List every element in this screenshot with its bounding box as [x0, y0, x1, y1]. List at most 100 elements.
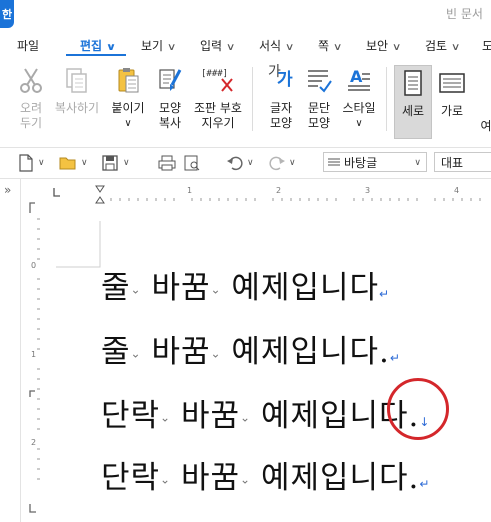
chevron-down-icon[interactable]: ∨ [81, 158, 88, 168]
menu-insert[interactable]: 입력 ∨ [200, 37, 236, 54]
format-copy-button[interactable]: 모양 복사 [152, 65, 188, 131]
style-button[interactable]: A 스타일 ∨ [340, 65, 378, 131]
char-shape-label-1: 글자 [269, 101, 293, 115]
erase-control-codes-button[interactable]: [###] 조판 부호 지우기 [192, 65, 244, 131]
ribbon-divider [252, 67, 253, 131]
paragraph-word: 줄 [101, 334, 131, 370]
vertical-ruler: 0 1 2 [26, 179, 45, 522]
document-paragraph[interactable]: 단락⌄ 바꿈⌄ 예제입니다.↵ [101, 452, 429, 497]
menu-label: 보안 [366, 39, 389, 53]
chevron-down-icon: ∨ [284, 42, 295, 53]
paragraph-word: 단락 [101, 460, 161, 496]
clipboard-icon [113, 65, 143, 95]
line-break-mark: ↵ [389, 351, 400, 365]
paste-button[interactable]: 붙이기 ∨ [108, 65, 148, 131]
chevron-down-icon: ∨ [355, 118, 363, 129]
menu-bar: 파일 편집 ∨ 보기 ∨ 입력 ∨ 서식 ∨ 쪽 ∨ 보안 ∨ 검토 ∨ 도 [0, 30, 491, 56]
char-shape-button[interactable]: 가 가 글자 모양 [264, 65, 298, 131]
para-shape-label-1: 문단 [307, 101, 331, 115]
ruler-number: 2 [31, 438, 37, 447]
paragraph-word: 예제입니다 [231, 334, 380, 370]
menu-label: 서식 [259, 39, 282, 53]
paragraph-word: 줄 [101, 270, 131, 306]
menu-view[interactable]: 보기 ∨ [141, 37, 177, 54]
cut-button[interactable]: 오려 두기 [12, 65, 50, 131]
menu-label: 파일 [17, 39, 40, 53]
space-marker: ⌄ [240, 472, 251, 487]
paragraph-end: . [408, 460, 420, 496]
chevron-down-icon: ∨ [414, 158, 421, 168]
horizontal-ruler: 1 2 3 4 [46, 184, 491, 208]
expand-panel-icon[interactable]: » [4, 183, 11, 197]
menu-page[interactable]: 쪽 ∨ [318, 37, 343, 54]
menu-edit[interactable]: 편집 ∨ [80, 37, 116, 54]
window-title: 빈 문서 [446, 7, 483, 21]
line-break-mark: ↵ [379, 287, 390, 301]
ruler-number: 1 [187, 186, 193, 195]
chevron-down-icon[interactable]: ∨ [289, 158, 296, 168]
char-shape-label-2: 모양 [269, 116, 293, 130]
paragraph-word: 바꿈 [151, 334, 211, 370]
space-marker: ⌄ [130, 282, 141, 297]
chevron-down-icon[interactable]: ∨ [38, 158, 45, 168]
para-shape-button[interactable]: 문단 모양 [302, 65, 336, 131]
char-shape-icon: 가 가 [266, 65, 296, 95]
margin-corner-guide [56, 221, 101, 268]
vertical-view-button[interactable]: 세로 [394, 65, 432, 139]
menu-review[interactable]: 검토 ∨ [425, 37, 461, 54]
para-shape-label-2: 모양 [307, 116, 331, 130]
ruler-number: 2 [276, 186, 282, 195]
char-shape-icon-text: 가 [277, 70, 293, 90]
paste-label: 붙이기 [111, 101, 145, 115]
open-folder-icon[interactable] [59, 154, 77, 172]
ruler-number: 3 [365, 186, 371, 195]
font-style-value: 바탕글 [344, 156, 378, 170]
space-marker: ⌄ [160, 410, 171, 425]
horizontal-view-button[interactable]: 가로 [436, 65, 468, 119]
chevron-down-icon: ∨ [450, 42, 461, 53]
paragraph-end: . [379, 334, 390, 370]
ruler-number: 1 [31, 350, 37, 359]
paragraph-word: 바꿈 [180, 460, 241, 496]
menu-label: 도 [482, 39, 491, 53]
document-paragraph[interactable]: 줄⌄ 바꿈⌄ 예제입니다.↵ [101, 326, 400, 371]
menu-label: 검토 [425, 39, 448, 53]
chevron-down-icon[interactable]: ∨ [247, 158, 254, 168]
style-icon: A [344, 65, 374, 95]
more-button[interactable]: 여 [480, 119, 491, 134]
paragraph-word: 예제입니다 [260, 460, 409, 496]
chevron-down-icon[interactable]: ∨ [123, 158, 130, 168]
space-marker: ⌄ [240, 410, 251, 425]
new-document-icon[interactable] [17, 154, 35, 172]
line-break-mark: ↵ [419, 477, 430, 491]
menu-security[interactable]: 보안 ∨ [366, 37, 402, 54]
menu-file[interactable]: 파일 [17, 37, 39, 54]
title-bar [0, 0, 491, 28]
style-label: 스타일 [342, 101, 376, 115]
quick-toolbar: ∨ ∨ ∨ ∨ ∨ 바탕글 ∨ 대표 [0, 148, 491, 179]
active-menu-underline [66, 54, 126, 56]
menu-format[interactable]: 서식 ∨ [259, 37, 295, 54]
print-icon[interactable] [158, 154, 176, 172]
document-paragraph[interactable]: 줄⌄ 바꿈⌄ 예제입니다↵ [101, 262, 389, 307]
copy-button[interactable]: 복사하기 [54, 65, 100, 116]
space-marker: ⌄ [210, 346, 221, 361]
format-copy-label-1: 모양 [158, 101, 182, 115]
portrait-page-icon [398, 68, 428, 98]
ribbon-divider [386, 67, 387, 131]
redo-icon[interactable] [268, 154, 286, 172]
font-name-select[interactable]: 대표 [434, 152, 491, 172]
save-icon[interactable] [101, 154, 119, 172]
horizontal-label: 가로 [440, 104, 464, 118]
copy-label: 복사하기 [54, 101, 100, 115]
menu-tools[interactable]: 도 [482, 37, 491, 54]
font-style-select[interactable]: 바탕글 ∨ [323, 152, 427, 172]
print-preview-icon[interactable] [183, 154, 201, 172]
chevron-down-icon: ∨ [332, 42, 343, 53]
document-paragraph[interactable]: 단락⌄ 바꿈⌄ 예제입니다.↓ [101, 390, 429, 435]
chevron-down-icon: ∨ [225, 42, 236, 53]
undo-icon[interactable] [226, 154, 244, 172]
landscape-page-icon [437, 68, 467, 98]
ruler-number: 4 [454, 186, 460, 195]
paragraph-shape-icon [304, 65, 334, 95]
